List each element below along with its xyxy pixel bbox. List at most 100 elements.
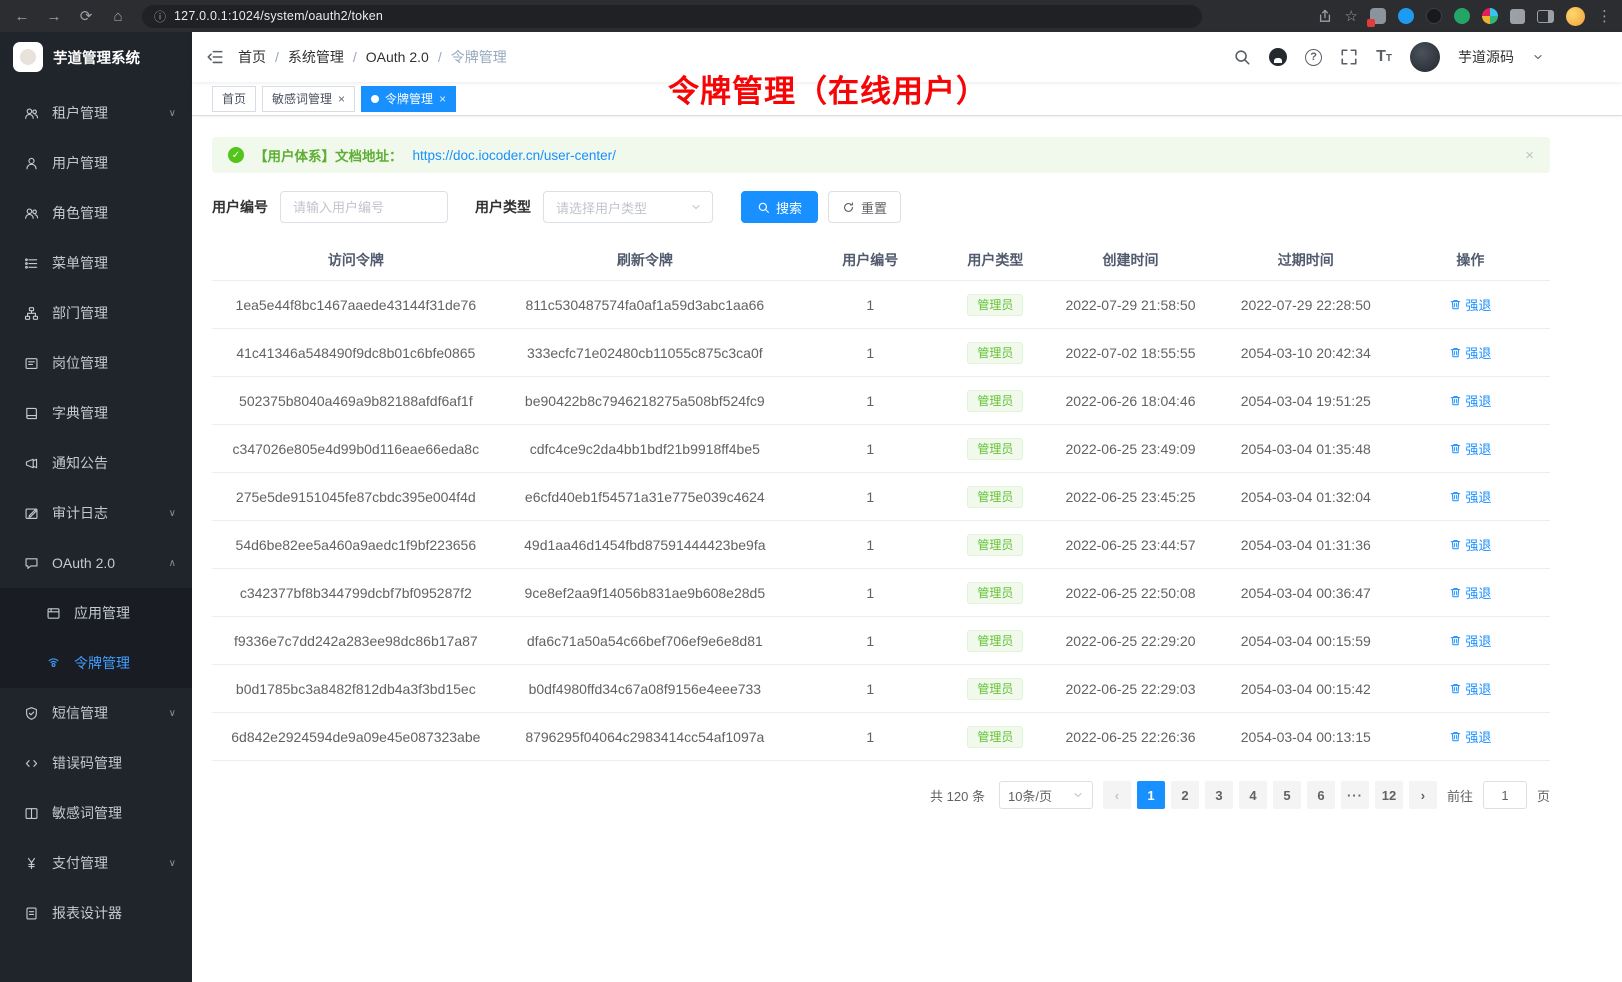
share-icon [1317, 8, 1333, 24]
sidebar-item-13[interactable]: 错误码管理 [0, 738, 192, 788]
table-row: 54d6be82ee5a460a9aedc1f9bf22365649d1aa46… [212, 521, 1550, 569]
user-menu-button[interactable] [1532, 51, 1544, 63]
sidebar-item-10[interactable]: 应用管理 [0, 588, 192, 638]
breadcrumb-item-2[interactable]: OAuth 2.0 [366, 49, 429, 65]
reset-button[interactable]: 重置 [828, 191, 901, 223]
font-size-button[interactable]: TT [1376, 49, 1392, 65]
browser-menu-icon[interactable]: ⋮ [1597, 4, 1612, 28]
sidebar-item-15[interactable]: 支付管理∨ [0, 838, 192, 888]
sidebar-item-14[interactable]: 敏感词管理 [0, 788, 192, 838]
tab-close-icon[interactable]: × [338, 93, 345, 105]
browser-profile-avatar[interactable] [1566, 7, 1585, 26]
search-button[interactable]: 搜索 [741, 191, 818, 223]
breadcrumb-item-3[interactable]: 令牌管理 [451, 47, 507, 67]
tab-label: 敏感词管理 [272, 90, 332, 107]
page-button-12[interactable]: 12 [1375, 781, 1403, 809]
extension-icon-4[interactable] [1454, 8, 1470, 24]
extension-icon-2[interactable] [1398, 8, 1414, 24]
browser-home-icon[interactable]: ⌂ [106, 4, 130, 28]
share-button[interactable] [1317, 8, 1333, 24]
browser-actions: ☆ ⋮ [1317, 4, 1612, 28]
sidebar-item-9[interactable]: OAuth 2.0∧ [0, 538, 192, 588]
doc-link[interactable]: https://doc.iocoder.cn/user-center/ [413, 148, 616, 163]
force-logout-button[interactable]: 强退 [1449, 391, 1491, 410]
caret-down-icon [1532, 51, 1544, 63]
user-type-cell: 管理员 [951, 534, 1041, 556]
book-icon [24, 406, 39, 421]
user-type-select[interactable]: 请选择用户类型 [543, 191, 713, 223]
force-logout-button[interactable]: 强退 [1449, 679, 1491, 698]
user-id-input[interactable] [280, 191, 448, 223]
breadcrumb-item-0[interactable]: 首页 [238, 47, 266, 67]
sidebar-item-1[interactable]: 用户管理 [0, 138, 192, 188]
address-bar[interactable]: ⓘ 127.0.0.1:1024/system/oauth2/token [142, 5, 1202, 28]
site-info-icon[interactable]: ⓘ [154, 8, 166, 25]
page-button-6[interactable]: 6 [1307, 781, 1335, 809]
sidebar-item-7[interactable]: 通知公告 [0, 438, 192, 488]
tab-0[interactable]: 首页 [212, 86, 256, 112]
sidebar-item-label: 通知公告 [52, 453, 108, 473]
trash-icon [1449, 346, 1462, 359]
browser-reload-icon[interactable]: ⟳ [74, 4, 98, 28]
goto-page-input[interactable] [1483, 781, 1527, 809]
force-logout-button[interactable]: 强退 [1449, 487, 1491, 506]
extensions-puzzle-icon[interactable] [1510, 9, 1525, 24]
extension-icon-1[interactable] [1370, 8, 1386, 24]
sidebar-item-6[interactable]: 字典管理 [0, 388, 192, 438]
filter-bar: 用户编号 用户类型 请选择用户类型 搜索 重置 [212, 191, 1550, 223]
next-page-button[interactable]: › [1409, 781, 1437, 809]
user-name[interactable]: 芋道源码 [1458, 47, 1514, 67]
force-logout-button[interactable]: 强退 [1449, 295, 1491, 314]
header-search-button[interactable] [1233, 48, 1251, 66]
page-size-select[interactable]: 10条/页 [999, 781, 1093, 809]
sidebar-item-11[interactable]: 令牌管理 [0, 638, 192, 688]
breadcrumb-item-1[interactable]: 系统管理 [288, 47, 344, 67]
refresh-token-cell: cdfc4ce9c2da4bb1bdf21b9918ff4be5 [500, 441, 790, 457]
force-logout-button[interactable]: 强退 [1449, 583, 1491, 602]
tab-1[interactable]: 敏感词管理 × [262, 86, 355, 112]
force-logout-button[interactable]: 强退 [1449, 631, 1491, 650]
tab-2[interactable]: 令牌管理× [361, 86, 456, 112]
user-type-badge: 管理员 [967, 438, 1023, 460]
user-avatar[interactable] [1410, 42, 1440, 72]
pager-ellipsis[interactable]: ··· [1341, 781, 1369, 809]
github-button[interactable] [1269, 48, 1287, 66]
user-type-cell: 管理员 [951, 390, 1041, 412]
force-logout-button[interactable]: 强退 [1449, 439, 1491, 458]
sidebar-item-2[interactable]: 角色管理 [0, 188, 192, 238]
page-button-5[interactable]: 5 [1273, 781, 1301, 809]
alert-close-icon[interactable]: × [1525, 147, 1534, 164]
bookmark-star-icon[interactable]: ☆ [1345, 4, 1358, 28]
tab-close-icon[interactable]: × [439, 93, 446, 105]
extension-icon-3[interactable] [1426, 8, 1442, 24]
sidebar-toggle[interactable] [206, 48, 224, 66]
force-logout-button[interactable]: 强退 [1449, 727, 1491, 746]
page-button-2[interactable]: 2 [1171, 781, 1199, 809]
extension-icon-5[interactable] [1482, 8, 1498, 24]
sidebar-item-12[interactable]: 短信管理∨ [0, 688, 192, 738]
app-title: 芋道管理系统 [53, 47, 140, 68]
user-id-cell: 1 [790, 489, 951, 505]
browser-forward-icon[interactable]: → [42, 4, 66, 28]
page-button-4[interactable]: 4 [1239, 781, 1267, 809]
page-button-1[interactable]: 1 [1137, 781, 1165, 809]
page-button-3[interactable]: 3 [1205, 781, 1233, 809]
sidebar-item-3[interactable]: 菜单管理 [0, 238, 192, 288]
sidebar-item-0[interactable]: 租户管理∨ [0, 88, 192, 138]
sidebar-item-label: 支付管理 [52, 853, 108, 873]
app-logo-area[interactable]: 芋道管理系统 [0, 32, 192, 82]
help-button[interactable]: ? [1305, 49, 1322, 66]
prev-page-button[interactable]: ‹ [1103, 781, 1131, 809]
refresh-token-cell: b0df4980ffd34c67a08f9156e4eee733 [500, 681, 790, 697]
sidebar-item-16[interactable]: 报表设计器 [0, 888, 192, 938]
main-content: ✓ 【用户体系】文档地址： https://doc.iocoder.cn/use… [192, 116, 1622, 982]
sidebar-item-5[interactable]: 岗位管理 [0, 338, 192, 388]
browser-back-icon[interactable]: ← [10, 4, 34, 28]
force-logout-button[interactable]: 强退 [1449, 535, 1491, 554]
side-panel-icon[interactable] [1537, 10, 1554, 23]
fullscreen-button[interactable] [1340, 48, 1358, 66]
force-logout-button[interactable]: 强退 [1449, 343, 1491, 362]
sidebar-item-8[interactable]: 审计日志∨ [0, 488, 192, 538]
sidebar-item-4[interactable]: 部门管理 [0, 288, 192, 338]
action-cell: 强退 [1391, 343, 1550, 362]
